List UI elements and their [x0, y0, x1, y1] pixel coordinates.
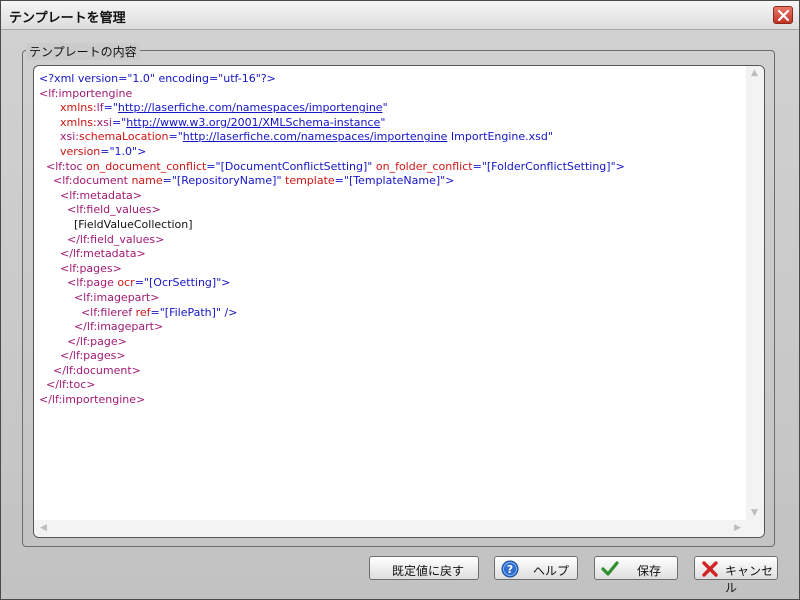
code-token: on_folder_conflict: [375, 159, 473, 173]
code-token: </lf:toc>: [39, 378, 96, 392]
title-bar[interactable]: テンプレートを管理: [1, 1, 799, 30]
code-token: </lf:page>: [39, 334, 127, 348]
code-line: <lf:page ocr="[OcrSetting]">: [39, 276, 746, 291]
code-token: template: [285, 174, 335, 188]
help-button[interactable]: ? ヘルプ: [494, 556, 578, 580]
close-icon: [778, 10, 789, 21]
code-line: <lf:document name="[RepositoryName]" tem…: [39, 174, 746, 189]
code-line: xmlns:xsi="http://www.w3.org/2001/XMLSch…: [39, 116, 746, 131]
code-token: <lf:metadata>: [39, 188, 142, 202]
x-icon: [702, 561, 718, 577]
code-line: <lf:metadata>: [39, 189, 746, 204]
code-line: </lf:page>: [39, 335, 746, 350]
scroll-up-icon[interactable]: ▲: [751, 68, 758, 78]
horizontal-scrollbar[interactable]: ◀ ▶: [34, 520, 747, 537]
code-line: </lf:document>: [39, 364, 746, 379]
help-label: ヘルプ: [533, 564, 570, 578]
save-label: 保存: [637, 564, 662, 578]
code-line: <lf:importengine: [39, 87, 746, 102]
code-line: [FieldValueCollection]: [39, 218, 746, 233]
code-token: version: [39, 144, 101, 158]
code-token: ="[RepositoryName]": [162, 174, 286, 188]
code-line: </lf:importengine>: [39, 393, 746, 408]
code-token: ="[FilePath]" />: [150, 305, 238, 319]
svg-text:?: ?: [507, 563, 513, 576]
code-line: </lf:imagepart>: [39, 320, 746, 335]
window-title: テンプレートを管理: [9, 11, 126, 26]
code-token: ="[TemplateName]">: [334, 174, 455, 188]
code-token: ="[DocumentConflictSetting]": [206, 159, 376, 173]
code-line: <lf:imagepart>: [39, 291, 746, 306]
code-token: xmlns:: [39, 115, 97, 129]
code-token: schemaLocation: [78, 130, 169, 144]
code-line: </lf:metadata>: [39, 247, 746, 262]
code-token: =": [111, 115, 127, 129]
code-token: <lf:toc: [39, 159, 87, 173]
code-token: =": [103, 101, 118, 115]
code-link[interactable]: http://www.w3.org/2001/XMLSchema-instanc…: [126, 116, 380, 129]
code-token: xmlns:: [39, 101, 97, 115]
code-token: </lf:metadata>: [39, 247, 146, 261]
reset-default-button[interactable]: 既定値に戻す: [369, 556, 479, 580]
code-token: on_document_conflict: [86, 159, 207, 173]
code-token: ocr: [117, 276, 135, 290]
code-token: </lf:pages>: [39, 349, 126, 363]
code-line: </lf:pages>: [39, 349, 746, 364]
scroll-right-icon[interactable]: ▶: [734, 523, 741, 533]
code-token: </lf:field_values>: [39, 232, 165, 246]
code-token: <?xml version="1.0" encoding="utf-16"?>: [39, 72, 276, 85]
code-token: ImportEngine.xsd: [447, 130, 548, 144]
code-line: <lf:pages>: [39, 262, 746, 277]
code-line: </lf:toc>: [39, 378, 746, 393]
help-icon: ?: [501, 560, 519, 578]
code-token: </lf:importengine>: [39, 393, 146, 407]
close-button[interactable]: [773, 6, 793, 24]
code-token: <lf:field_values>: [39, 203, 161, 217]
code-token: name: [131, 174, 163, 188]
code-line: </lf:field_values>: [39, 233, 746, 248]
xml-editor[interactable]: <?xml version="1.0" encoding="utf-16"?> <…: [33, 65, 765, 538]
reset-default-label: 既定値に戻す: [392, 564, 465, 578]
code-token: =": [168, 130, 183, 144]
xml-code-area[interactable]: <?xml version="1.0" encoding="utf-16"?> <…: [39, 72, 746, 517]
checkmark-icon: [601, 561, 619, 576]
group-legend: テンプレートの内容: [26, 43, 140, 60]
code-line: <lf:field_values>: [39, 203, 746, 218]
code-token: ref: [135, 305, 151, 319]
cancel-button[interactable]: キャンセル: [694, 556, 778, 595]
code-line: version="1.0">: [39, 145, 746, 160]
code-token: <lf:imagepart>: [39, 290, 160, 304]
code-token: xsi:: [39, 130, 79, 144]
save-button[interactable]: 保存: [594, 556, 678, 580]
scroll-down-icon[interactable]: ▼: [751, 508, 758, 518]
code-token: ": [547, 130, 553, 144]
code-token: <lf:page: [39, 276, 118, 290]
code-line: xsi:schemaLocation="http://laserfiche.co…: [39, 130, 746, 145]
code-line: <lf:fileref ref="[FilePath]" />: [39, 306, 746, 321]
code-token: ="1.0">: [100, 144, 147, 158]
code-token: </lf:document>: [39, 363, 141, 377]
code-link[interactable]: http://laserfiche.com/namespaces/importe…: [183, 130, 448, 143]
code-line: xmlns:lf="http://laserfiche.com/namespac…: [39, 101, 746, 116]
cancel-label: キャンセル: [725, 564, 774, 595]
code-token: ": [382, 101, 388, 115]
code-token: [FieldValueCollection]: [39, 217, 193, 231]
code-token: ="[FolderConflictSetting]">: [472, 159, 625, 173]
code-line: <?xml version="1.0" encoding="utf-16"?>: [39, 72, 746, 87]
code-token: </lf:imagepart>: [39, 320, 164, 334]
code-line: <lf:toc on_document_conflict="[DocumentC…: [39, 160, 746, 175]
code-token: ": [380, 115, 386, 129]
code-token: <lf:document: [39, 174, 132, 188]
code-token: xsi: [96, 115, 112, 129]
scroll-left-icon[interactable]: ◀: [40, 523, 47, 533]
code-token: <lf:fileref: [39, 305, 136, 319]
code-link[interactable]: http://laserfiche.com/namespaces/importe…: [118, 101, 383, 114]
code-token: <lf:importengine: [39, 86, 133, 100]
vertical-scrollbar[interactable]: ▲ ▼: [746, 66, 764, 520]
code-token: lf: [96, 101, 104, 115]
scrollbar-corner: [747, 520, 764, 537]
code-token: ="[OcrSetting]">: [134, 276, 231, 290]
code-token: <lf:pages>: [39, 261, 122, 275]
